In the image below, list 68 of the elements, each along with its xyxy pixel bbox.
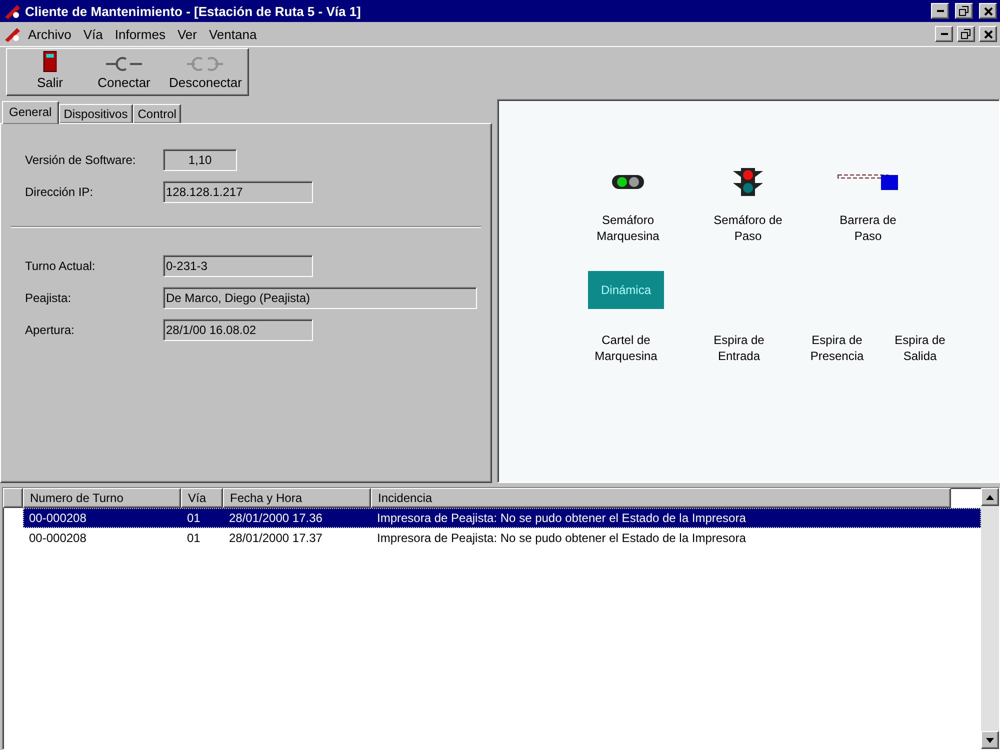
restore-button[interactable] (957, 26, 975, 42)
column-header[interactable]: Vía (181, 488, 223, 508)
field-label: Dirección IP: (25, 185, 94, 199)
field-label: Peajista: (25, 291, 72, 305)
read-only-field: 1,10 (163, 149, 237, 171)
table-cell-text: 00-000208 (28, 531, 88, 545)
column-header[interactable]: Fecha y Hora (223, 488, 371, 508)
device-label: Espira de Entrada (712, 332, 766, 364)
app-icon (3, 3, 21, 19)
device-label: Semáforo Marquesina (596, 212, 660, 244)
field-label: Apertura: (25, 323, 76, 337)
close-icon (984, 6, 992, 16)
scrollbar[interactable] (981, 488, 999, 749)
plug-icon (104, 56, 144, 72)
tab[interactable]: Control (132, 104, 182, 123)
restore-icon (961, 29, 971, 39)
field-label: Versión de Software: (25, 153, 137, 167)
menu-item[interactable]: Archivo (23, 24, 76, 44)
menu-item[interactable]: Ventana (204, 24, 262, 44)
menu-item[interactable]: Informes (110, 24, 170, 44)
device-label: Cartel de Marquesina (594, 332, 658, 364)
scroll-up-button[interactable] (981, 488, 999, 506)
toolbar-button[interactable]: Salir (15, 49, 85, 95)
menu-item[interactable]: Ver (172, 24, 202, 44)
sign-display: Dinámica (588, 271, 664, 309)
table-cell-text: Impresora de Peajista: No se pudo obtener el Estado de la Impresora (376, 531, 747, 545)
barrier-icon (837, 173, 899, 191)
app-icon (3, 26, 21, 42)
tab[interactable]: Dispositivos (58, 104, 133, 123)
up-arrow-icon (986, 494, 994, 500)
table-row[interactable]: 00-000208 01 28/01/2000 17.36 Impresora de Peajista: No se pudo obtener el Estado de la Impresora (23, 508, 981, 528)
close-icon (984, 30, 992, 38)
device-label: Semáforo de Paso (712, 212, 784, 244)
signal-lamp-icon (611, 174, 645, 190)
close-button[interactable] (979, 3, 997, 19)
table-cell-text: 00-000208 (28, 511, 88, 525)
device-label: Barrera de Paso (838, 212, 898, 244)
scroll-down-button[interactable] (981, 731, 999, 749)
tab[interactable]: General (2, 101, 59, 124)
traffic-light-icon (731, 167, 765, 197)
field-label: Turno Actual: (25, 259, 96, 273)
column-header[interactable]: Numero de Turno (23, 488, 181, 508)
read-only-field: 128.128.1.217 (163, 181, 313, 203)
table-row[interactable]: 00-000208 01 28/01/2000 17.37 Impresora de Peajista: No se pudo obtener el Estado de la Impresora (23, 528, 981, 548)
read-only-field: De Marco, Diego (Peajista) (163, 287, 477, 309)
down-arrow-icon (986, 738, 994, 742)
door-icon (43, 51, 57, 72)
table-cell-text: 28/01/2000 17.36 (228, 511, 324, 525)
table-cell-text: 28/01/2000 17.37 (228, 531, 324, 545)
table-cell-text: Impresora de Peajista: No se pudo obtener el Estado de la Impresora (376, 511, 747, 525)
device-label: Espira de Presencia (809, 332, 865, 364)
column-header[interactable]: Incidencia (371, 488, 951, 508)
device-label: Espira de Salida (894, 332, 946, 364)
table-cell-text: 01 (186, 531, 202, 545)
minimize-button[interactable] (931, 3, 949, 19)
minimize-icon (940, 33, 948, 35)
minimize-icon (936, 10, 944, 12)
menu-item[interactable]: Vía (78, 24, 108, 44)
read-only-field: 0-231-3 (163, 255, 313, 277)
restore-icon (959, 6, 969, 16)
minimize-button[interactable] (935, 26, 953, 42)
restore-button[interactable] (955, 3, 973, 19)
table-cell-text: 01 (186, 511, 202, 525)
toolbar-button[interactable]: Conectar (89, 49, 159, 95)
window-title: Cliente de Mantenimiento - [Estación de Ruta 5 - Vía 1] (25, 4, 362, 18)
close-button[interactable] (979, 26, 997, 42)
plug-icon (185, 56, 226, 72)
read-only-field: 28/1/00 16.08.02 (163, 319, 313, 341)
